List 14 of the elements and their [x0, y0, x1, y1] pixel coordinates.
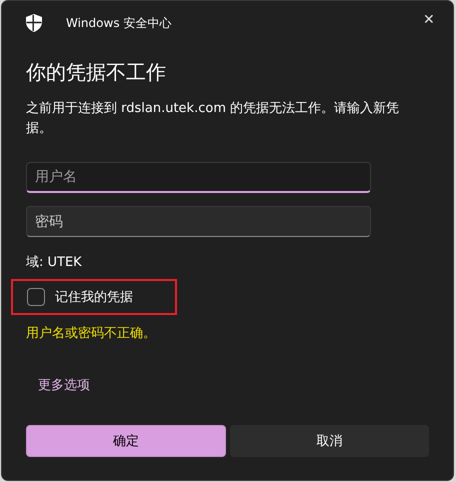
close-button[interactable]: ✕: [417, 7, 441, 31]
window-title: Windows 安全中心: [66, 14, 172, 32]
username-field[interactable]: 用户名: [26, 162, 371, 193]
password-field[interactable]: 密码: [26, 206, 371, 237]
ok-button[interactable]: 确定: [26, 425, 226, 457]
shield-icon: [26, 14, 42, 32]
checkbox-label[interactable]: 记住我的凭据: [55, 288, 133, 306]
dialog-heading: 你的凭据不工作: [26, 59, 167, 86]
error-message: 用户名或密码不正确。: [26, 325, 157, 342]
domain-label: 域: UTEK: [26, 254, 83, 271]
message-text: 之前用于连接到 rdslan.utek.com 的凭据无法工作。请输入新凭据。: [26, 100, 400, 138]
more-options-link[interactable]: 更多选项: [38, 376, 90, 394]
cancel-button[interactable]: 取消: [230, 425, 429, 457]
remember-checkbox[interactable]: [27, 288, 45, 306]
